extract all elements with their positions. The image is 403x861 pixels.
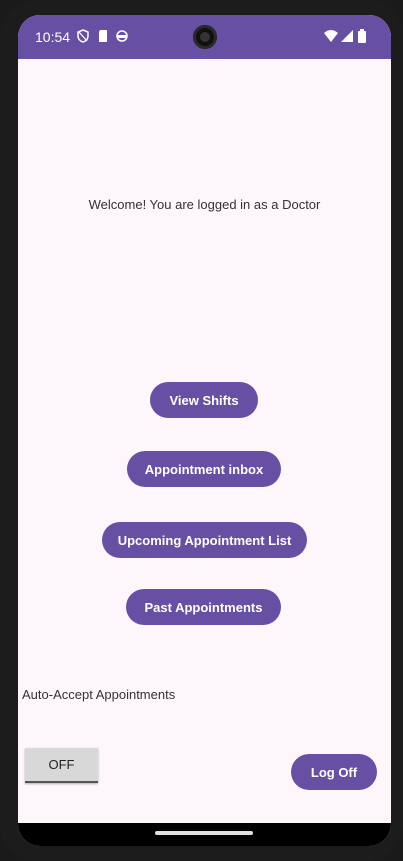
battery-icon (357, 29, 371, 43)
shield-icon (76, 29, 90, 43)
status-bar: 10:54 (18, 15, 391, 59)
status-time: 10:54 (35, 29, 71, 45)
log-off-button[interactable]: Log Off (291, 754, 377, 790)
view-shifts-button[interactable]: View Shifts (150, 382, 258, 418)
home-indicator[interactable] (155, 831, 253, 835)
auto-accept-label: Auto-Accept Appointments (22, 687, 176, 702)
phone-frame: 10:54 Welcome! You are logged in as a Do… (0, 0, 403, 861)
upcoming-appointment-list-button[interactable]: Upcoming Appointment List (102, 522, 307, 558)
signal-icon (340, 29, 354, 43)
past-appointments-button[interactable]: Past Appointments (126, 589, 281, 625)
navigation-bar (18, 823, 391, 846)
toggle-state-label: OFF (48, 757, 75, 772)
front-camera (193, 25, 217, 49)
welcome-message: Welcome! You are logged in as a Doctor (88, 197, 321, 212)
sd-card-icon (96, 29, 110, 43)
app-screen: 10:54 Welcome! You are logged in as a Do… (18, 15, 391, 846)
appointment-inbox-button[interactable]: Appointment inbox (127, 451, 281, 487)
circle-icon (115, 29, 129, 43)
wifi-icon (324, 29, 338, 43)
auto-accept-toggle[interactable]: OFF (25, 748, 98, 783)
